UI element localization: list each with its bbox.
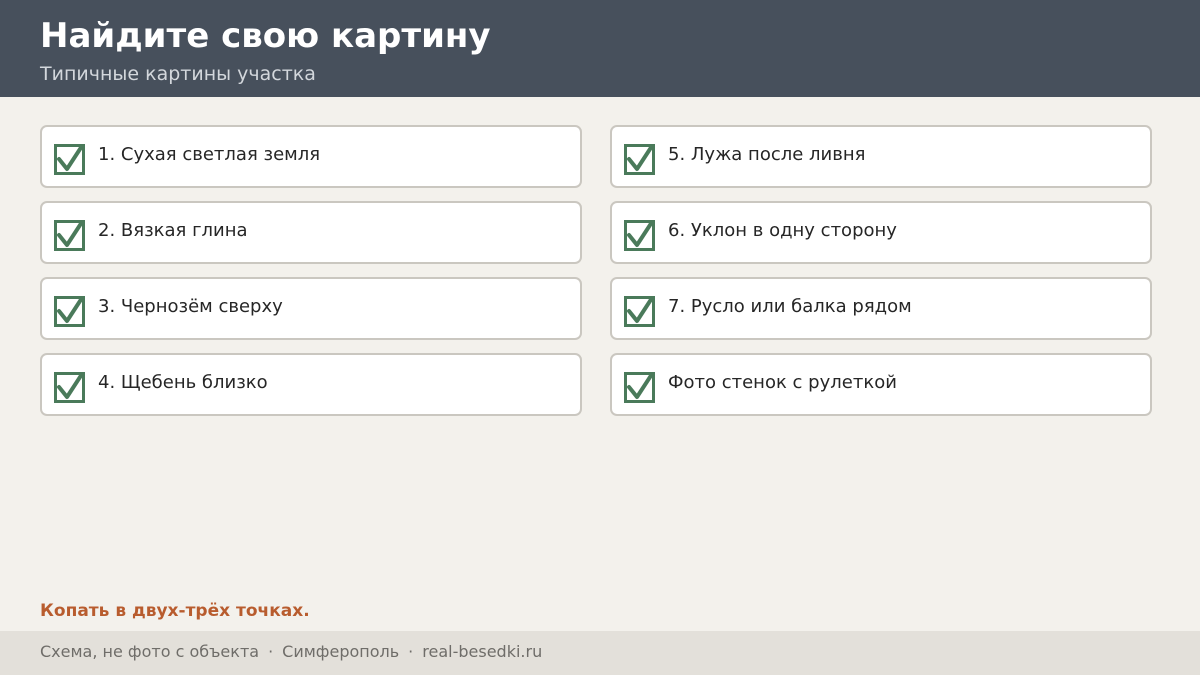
checklist-item[interactable]: 1. Сухая светлая земля bbox=[40, 125, 582, 188]
checkbox-checked-icon[interactable] bbox=[624, 372, 655, 403]
footer-text: Схема, не фото с объекта · Симферополь · rea… bbox=[40, 641, 542, 663]
footer-site-link[interactable]: real-besedki.ru bbox=[422, 642, 542, 661]
footer-separator: · bbox=[268, 642, 274, 661]
checklist-item[interactable]: 4. Щебень близко bbox=[40, 353, 582, 416]
footer-separator: · bbox=[408, 642, 414, 661]
checkbox-checked-icon[interactable] bbox=[54, 372, 85, 403]
checklist-item-label: 4. Щебень близко bbox=[98, 372, 268, 393]
checkbox-checked-icon[interactable] bbox=[624, 220, 655, 251]
header-banner: Найдите свою картину Типичные картины уч… bbox=[0, 0, 1200, 97]
checkbox-checked-icon[interactable] bbox=[624, 296, 655, 327]
checkbox-checked-icon[interactable] bbox=[54, 296, 85, 327]
checklist-item[interactable]: 6. Уклон в одну сторону bbox=[610, 201, 1152, 264]
checklist-item-label: 1. Сухая светлая земля bbox=[98, 144, 321, 165]
checkbox-checked-icon[interactable] bbox=[54, 220, 85, 251]
dig-note: Копать в двух-трёх точках. bbox=[40, 601, 310, 621]
page-subtitle: Типичные картины участка bbox=[40, 63, 316, 85]
checklist-item[interactable]: 5. Лужа после ливня bbox=[610, 125, 1152, 188]
checklist-item[interactable]: 2. Вязкая глина bbox=[40, 201, 582, 264]
checklist-item-label: Фото стенок с рулеткой bbox=[668, 372, 897, 393]
checklist-item-label: 3. Чернозём сверху bbox=[98, 296, 283, 317]
checklist-item-label: 6. Уклон в одну сторону bbox=[668, 220, 897, 241]
checklist-item[interactable]: 7. Русло или балка рядом bbox=[610, 277, 1152, 340]
checklist-item-label: 7. Русло или балка рядом bbox=[668, 296, 912, 317]
checkbox-checked-icon[interactable] bbox=[624, 144, 655, 175]
checklist-item[interactable]: 3. Чернозём сверху bbox=[40, 277, 582, 340]
footer-city: Симферополь bbox=[282, 642, 400, 661]
page-title: Найдите свою картину bbox=[40, 16, 491, 56]
checklist-item-label: 5. Лужа после ливня bbox=[668, 144, 866, 165]
checklist-item-label: 2. Вязкая глина bbox=[98, 220, 248, 241]
checkbox-checked-icon[interactable] bbox=[54, 144, 85, 175]
checklist-item[interactable]: Фото стенок с рулеткой bbox=[610, 353, 1152, 416]
footer-caption: Схема, не фото с объекта bbox=[40, 642, 260, 661]
footer-bar: Схема, не фото с объекта · Симферополь · rea… bbox=[0, 631, 1200, 675]
